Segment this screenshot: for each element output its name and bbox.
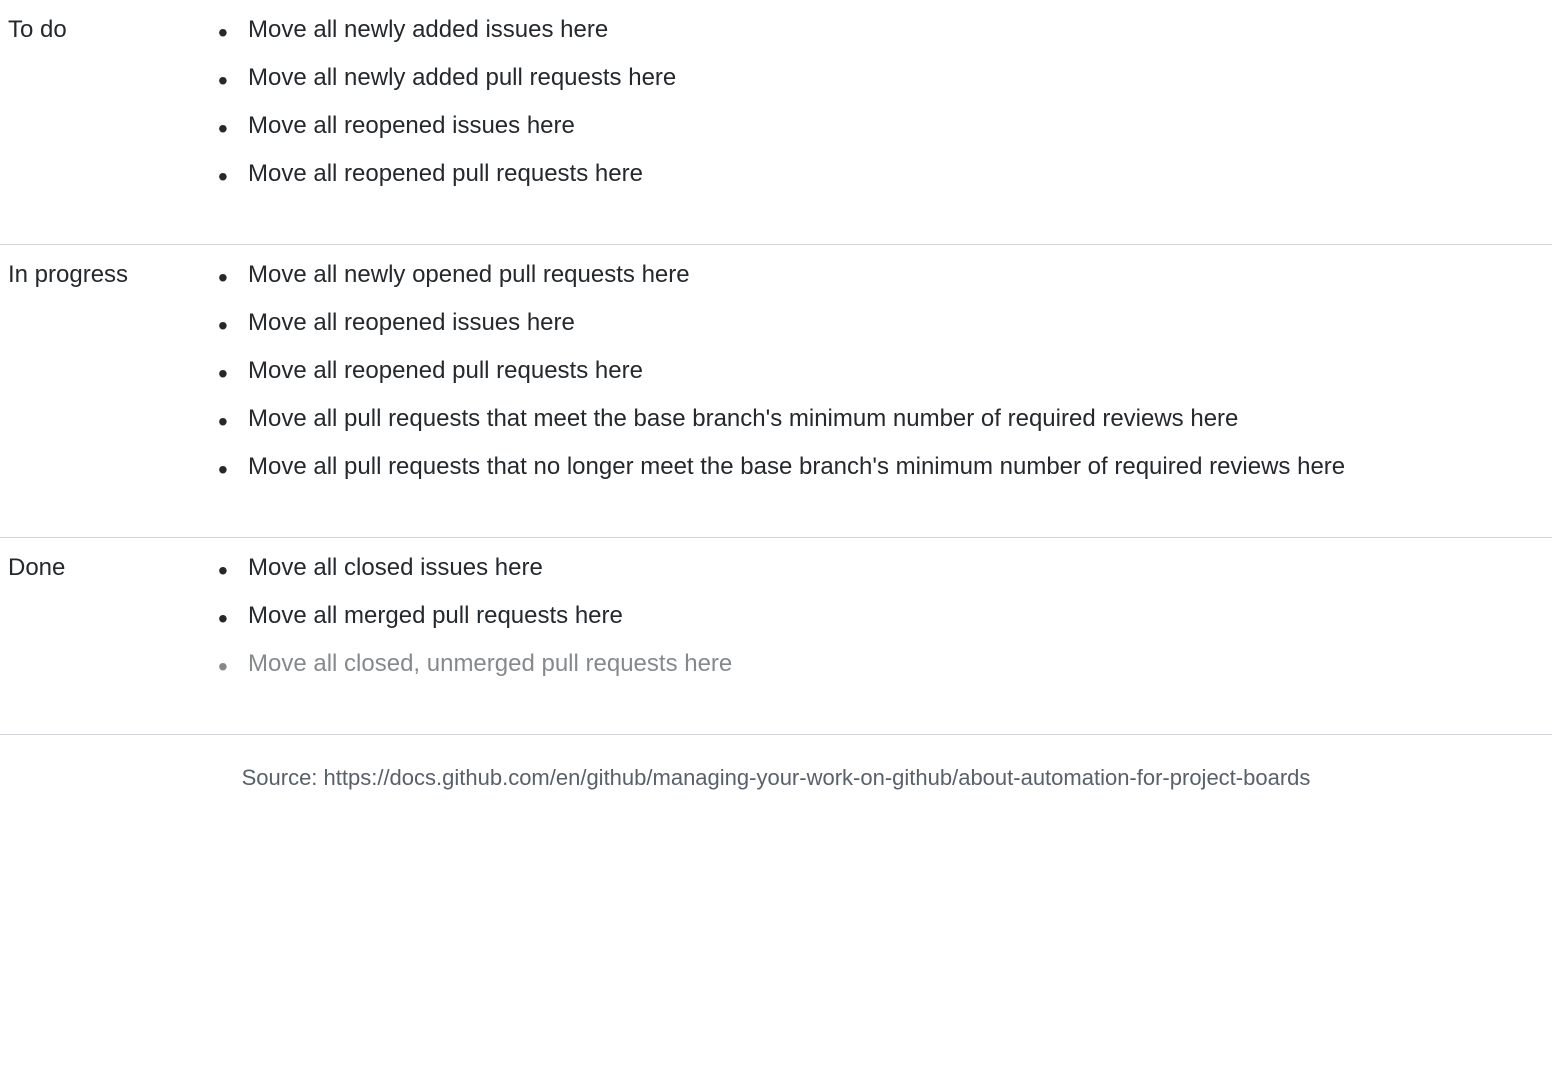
options-list: Move all newly added issues here Move al… [208, 12, 1492, 192]
preset-label-done: Done [8, 550, 208, 694]
options-list: Move all closed issues here Move all mer… [208, 550, 1492, 682]
list-item: Move all closed, unmerged pull requests … [208, 646, 1492, 682]
preset-label-to-do: To do [8, 12, 208, 204]
list-item: Move all newly added pull requests here [208, 60, 1492, 96]
row-to-do: To do Move all newly added issues here M… [0, 0, 1552, 245]
list-item: Move all reopened pull requests here [208, 156, 1492, 192]
preset-label-in-progress: In progress [8, 257, 208, 497]
options-list: Move all newly opened pull requests here… [208, 257, 1492, 485]
list-item: Move all merged pull requests here [208, 598, 1492, 634]
list-item: Move all reopened pull requests here [208, 353, 1492, 389]
list-item: Move all newly opened pull requests here [208, 257, 1492, 293]
list-item: Move all pull requests that meet the bas… [208, 401, 1492, 437]
list-item: Move all reopened issues here [208, 108, 1492, 144]
row-in-progress: In progress Move all newly opened pull r… [0, 245, 1552, 538]
source-citation: Source: https://docs.github.com/en/githu… [0, 765, 1552, 791]
list-item: Move all newly added issues here [208, 12, 1492, 48]
list-item: Move all pull requests that no longer me… [208, 449, 1492, 485]
list-item: Move all closed issues here [208, 550, 1492, 586]
options-done: Move all closed issues here Move all mer… [208, 550, 1552, 694]
options-in-progress: Move all newly opened pull requests here… [208, 257, 1552, 497]
options-to-do: Move all newly added issues here Move al… [208, 12, 1552, 204]
list-item: Move all reopened issues here [208, 305, 1492, 341]
row-done: Done Move all closed issues here Move al… [0, 538, 1552, 735]
